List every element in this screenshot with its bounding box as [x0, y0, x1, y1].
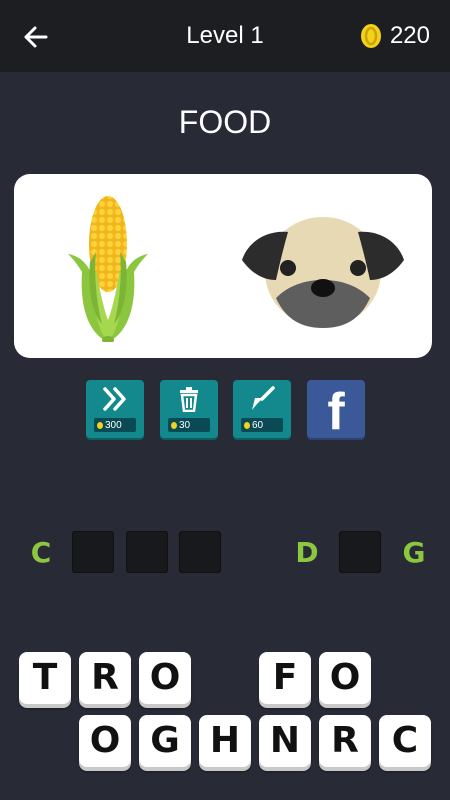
coin-count: 220	[389, 22, 430, 49]
revealed-letter: C	[30, 536, 52, 569]
letter-tile[interactable]: R	[79, 652, 131, 704]
double-chevron-icon	[103, 387, 126, 411]
trash-icon	[180, 387, 198, 412]
coin-icon	[360, 24, 381, 48]
facebook-icon: f	[327, 383, 345, 438]
skip-level-button[interactable]: 300	[86, 380, 144, 438]
pug-dog-image	[242, 217, 404, 328]
coin-counter: 220	[360, 22, 430, 50]
revealed-letter: G	[402, 536, 426, 569]
letter-tile[interactable]: C	[379, 715, 431, 767]
coin-mini-icon	[171, 421, 177, 429]
letter-tile[interactable]: F	[259, 652, 311, 704]
answer-slot[interactable]	[179, 531, 221, 573]
answer-slot[interactable]	[72, 531, 114, 573]
hint-cost: 300	[94, 418, 136, 432]
answer-slot[interactable]	[126, 531, 168, 573]
category-title: FOOD	[178, 104, 272, 140]
hint-cost: 30	[168, 418, 210, 432]
letter-tile[interactable]: N	[259, 715, 311, 767]
letter-tile[interactable]: O	[79, 715, 131, 767]
letter-tile[interactable]: O	[319, 652, 371, 704]
reveal-letter-button[interactable]: 60	[233, 380, 291, 438]
brush-icon	[252, 386, 275, 410]
letter-tile[interactable]: T	[19, 652, 71, 704]
answer-slot[interactable]	[339, 531, 381, 573]
coin-mini-icon	[97, 421, 103, 429]
letter-tile[interactable]: G	[139, 715, 191, 767]
letter-tile[interactable]: O	[139, 652, 191, 704]
facebook-share-button[interactable]: f	[307, 380, 365, 438]
remove-letters-button[interactable]: 30	[160, 380, 218, 438]
coin-mini-icon	[244, 421, 250, 429]
letter-tile[interactable]: H	[199, 715, 251, 767]
corn-image	[68, 196, 148, 342]
hint-cost: 60	[241, 418, 283, 432]
top-bar: Level 1 220	[0, 0, 450, 72]
puzzle-image-card	[14, 174, 432, 358]
letter-tile[interactable]: R	[319, 715, 371, 767]
revealed-letter: D	[295, 536, 319, 569]
